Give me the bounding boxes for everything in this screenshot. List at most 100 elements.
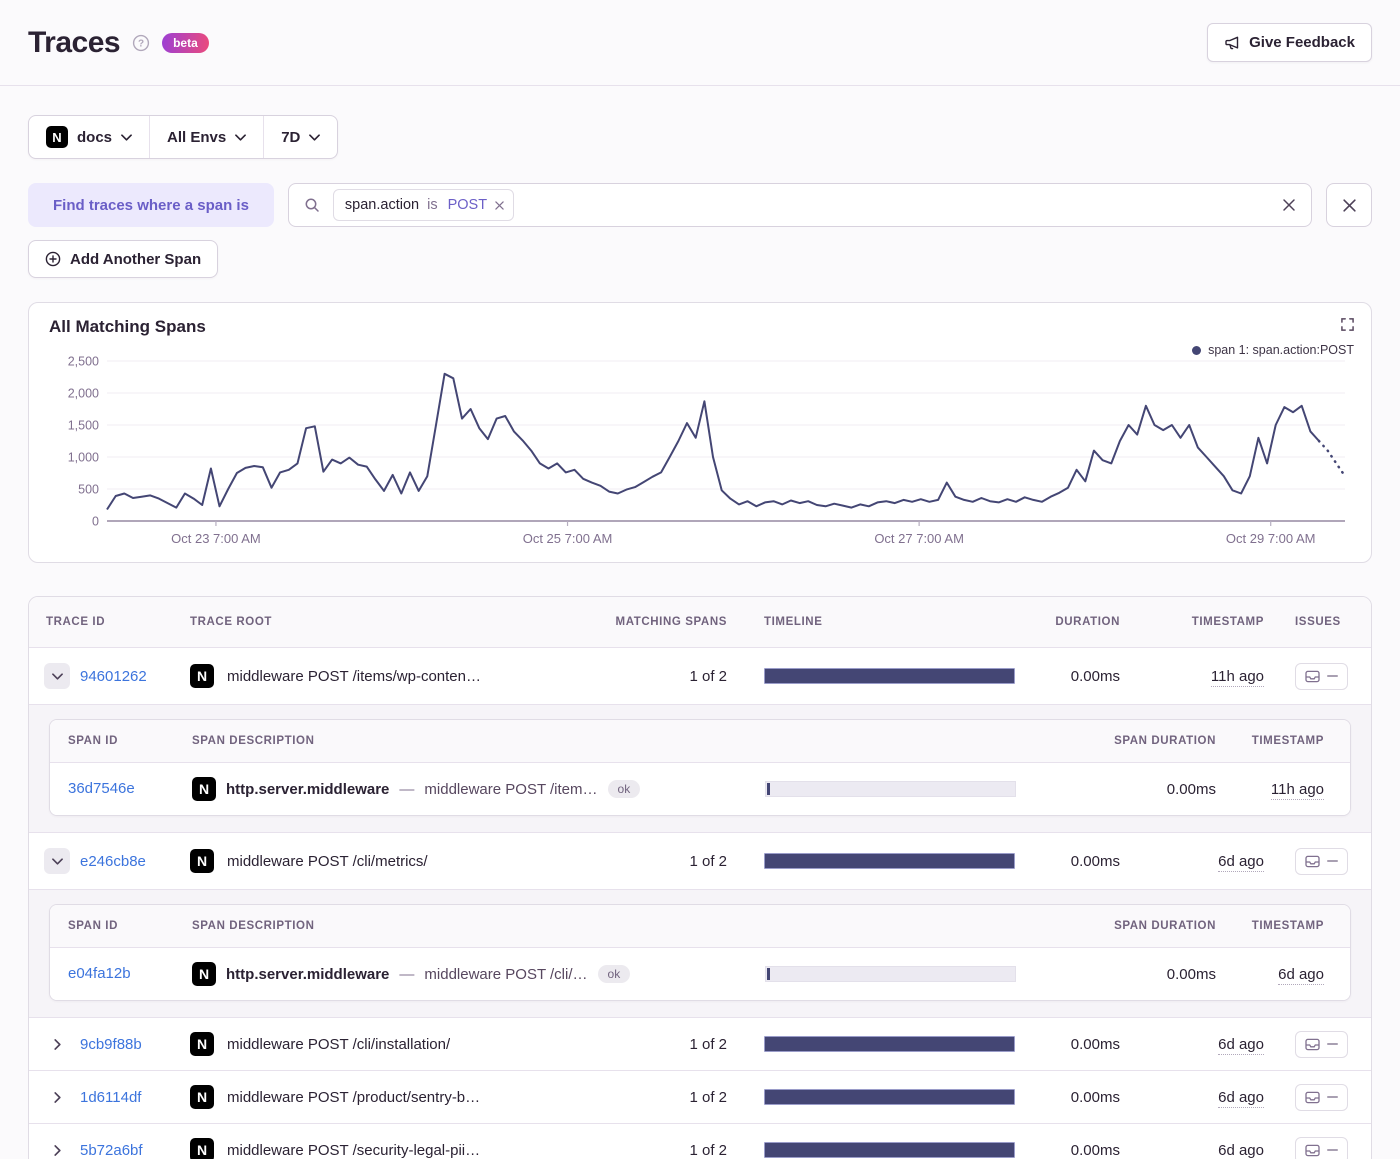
column-header-matching-spans: MATCHING SPANS bbox=[615, 616, 727, 628]
span-duration-value: 0.00ms bbox=[1166, 965, 1216, 983]
svg-text:Oct 29 7:00 AM: Oct 29 7:00 AM bbox=[1226, 531, 1316, 546]
inbox-icon bbox=[1305, 855, 1320, 867]
expand-row-button[interactable] bbox=[44, 848, 70, 874]
span-operation: http.server.middleware bbox=[226, 965, 390, 983]
matching-spans-value: 1 of 2 bbox=[689, 1035, 727, 1053]
svg-text:2,500: 2,500 bbox=[68, 355, 99, 369]
add-another-span-label: Add Another Span bbox=[70, 250, 202, 268]
column-header-span-duration: SPAN DURATION bbox=[1114, 735, 1216, 747]
matching-spans-value: 1 of 2 bbox=[689, 1141, 727, 1159]
span-status-badge: ok bbox=[607, 780, 641, 798]
expand-chart-icon[interactable] bbox=[1341, 318, 1354, 331]
page-title: Traces bbox=[28, 25, 121, 59]
chevron-down-icon bbox=[309, 133, 321, 141]
issues-cell bbox=[1295, 847, 1348, 875]
span-operation: http.server.middleware bbox=[226, 780, 390, 798]
column-header-trace-root: TRACE ROOT bbox=[190, 616, 273, 628]
token-remove-icon[interactable] bbox=[492, 200, 513, 210]
megaphone-icon bbox=[1224, 35, 1240, 51]
span-id-link[interactable]: e04fa12b bbox=[68, 965, 131, 982]
column-header-span-description: SPAN DESCRIPTION bbox=[192, 920, 315, 932]
dash-icon bbox=[1327, 1149, 1338, 1151]
table-row: 9cb9f88b N middleware POST /cli/installa… bbox=[29, 1017, 1371, 1070]
trace-id-link[interactable]: 94601262 bbox=[80, 668, 147, 685]
span-timestamp-value: 6d ago bbox=[1278, 965, 1324, 985]
svg-text:0: 0 bbox=[92, 515, 99, 529]
column-header-span-timestamp: TIMESTAMP bbox=[1251, 735, 1324, 747]
column-header-span-id: SPAN ID bbox=[68, 735, 118, 747]
expand-row-button[interactable] bbox=[44, 1137, 70, 1159]
timeline-cell bbox=[727, 1036, 1040, 1052]
dash-icon bbox=[1327, 1043, 1338, 1045]
title-group: Traces ? beta bbox=[28, 26, 209, 60]
timestamp-cell: 6d ago bbox=[1218, 1141, 1272, 1159]
add-another-span-button[interactable]: Add Another Span bbox=[28, 240, 219, 278]
trace-table-header: TRACE ID TRACE ROOT MATCHING SPANS TIMEL… bbox=[29, 597, 1371, 648]
issues-button[interactable] bbox=[1295, 1030, 1348, 1058]
timestamp-value: 6d ago bbox=[1218, 1088, 1264, 1108]
table-row: 5b72a6bf N middleware POST /security-leg… bbox=[29, 1123, 1371, 1159]
span-id-link[interactable]: 36d7546e bbox=[68, 780, 135, 797]
trace-table-body: 94601262 N middleware POST /items/wp-con… bbox=[29, 648, 1371, 1159]
column-header-timeline: TIMELINE bbox=[764, 616, 823, 628]
span-search-input[interactable]: span.action is POST bbox=[287, 183, 1312, 227]
trace-id-link[interactable]: 9cb9f88b bbox=[80, 1036, 142, 1053]
timestamp-cell: 6d ago bbox=[1218, 852, 1272, 872]
span-timeline-bar bbox=[765, 781, 1016, 797]
separator-dash: — bbox=[399, 965, 415, 983]
span-timeline-cell bbox=[765, 966, 1016, 982]
issues-cell bbox=[1295, 1030, 1348, 1058]
span-sub-table: SPAN ID SPAN DESCRIPTION SPAN DURATION T… bbox=[49, 904, 1351, 1001]
remove-span-filter-button[interactable] bbox=[1326, 183, 1372, 227]
issues-button[interactable] bbox=[1295, 1083, 1348, 1111]
search-filter-token[interactable]: span.action is POST bbox=[332, 189, 515, 221]
nextjs-icon: N bbox=[192, 777, 216, 801]
trace-id-cell: e246cb8e bbox=[29, 848, 186, 874]
trace-root-text: middleware POST /security-legal-pii… bbox=[227, 1141, 481, 1159]
svg-text:?: ? bbox=[138, 38, 144, 49]
span-id-cell: e04fa12b bbox=[50, 965, 175, 983]
trace-id-cell: 9cb9f88b bbox=[29, 1031, 186, 1057]
expand-row-button[interactable] bbox=[44, 1084, 70, 1110]
expand-row-button[interactable] bbox=[44, 1031, 70, 1057]
column-header-span-timestamp: TIMESTAMP bbox=[1251, 920, 1324, 932]
chart-title: All Matching Spans bbox=[49, 317, 206, 336]
issues-button[interactable] bbox=[1295, 662, 1348, 690]
expand-row-button[interactable] bbox=[44, 663, 70, 689]
token-key: span.action bbox=[344, 197, 420, 213]
inbox-icon bbox=[1305, 670, 1320, 682]
timeline-bar bbox=[764, 853, 1015, 869]
timeline-cell bbox=[727, 1142, 1040, 1158]
duration-value: 0.00ms bbox=[1070, 852, 1120, 870]
trace-id-link[interactable]: 5b72a6bf bbox=[80, 1142, 143, 1159]
search-clear-icon[interactable] bbox=[1282, 198, 1296, 212]
trace-id-link[interactable]: e246cb8e bbox=[80, 853, 146, 870]
environment-filter[interactable]: All Envs bbox=[149, 116, 263, 158]
chart-legend[interactable]: span 1: span.action:POST bbox=[1192, 343, 1354, 357]
svg-text:1,000: 1,000 bbox=[68, 451, 99, 465]
issues-button[interactable] bbox=[1295, 847, 1348, 875]
dash-icon bbox=[1327, 860, 1338, 862]
timestamp-value: 11h ago bbox=[1210, 667, 1264, 687]
trace-id-link[interactable]: 1d6114df bbox=[80, 1089, 141, 1106]
trace-root-text: middleware POST /cli/installation/ bbox=[227, 1035, 451, 1053]
date-range-filter[interactable]: 7D bbox=[263, 116, 337, 158]
legend-label: span 1: span.action:POST bbox=[1208, 343, 1354, 357]
legend-dot bbox=[1192, 345, 1202, 355]
help-icon[interactable]: ? bbox=[132, 34, 150, 52]
chevron-down-icon bbox=[121, 133, 132, 141]
issues-button[interactable] bbox=[1295, 1136, 1348, 1159]
give-feedback-button[interactable]: Give Feedback bbox=[1207, 23, 1372, 62]
duration-value: 0.00ms bbox=[1070, 1088, 1120, 1106]
trace-root-cell: N middleware POST /cli/installation/ bbox=[186, 1032, 580, 1056]
project-filter[interactable]: N docs bbox=[29, 116, 149, 158]
nextjs-icon: N bbox=[192, 962, 216, 986]
span-duration-value: 0.00ms bbox=[1166, 780, 1216, 798]
nextjs-icon: N bbox=[190, 1085, 214, 1109]
nextjs-icon: N bbox=[190, 1032, 214, 1056]
chevron-down-icon bbox=[235, 133, 247, 141]
trace-root-text: middleware POST /items/wp-conten… bbox=[227, 667, 481, 685]
column-header-duration: DURATION bbox=[1055, 616, 1120, 628]
beta-badge: beta bbox=[162, 32, 209, 53]
close-icon bbox=[1342, 198, 1357, 213]
